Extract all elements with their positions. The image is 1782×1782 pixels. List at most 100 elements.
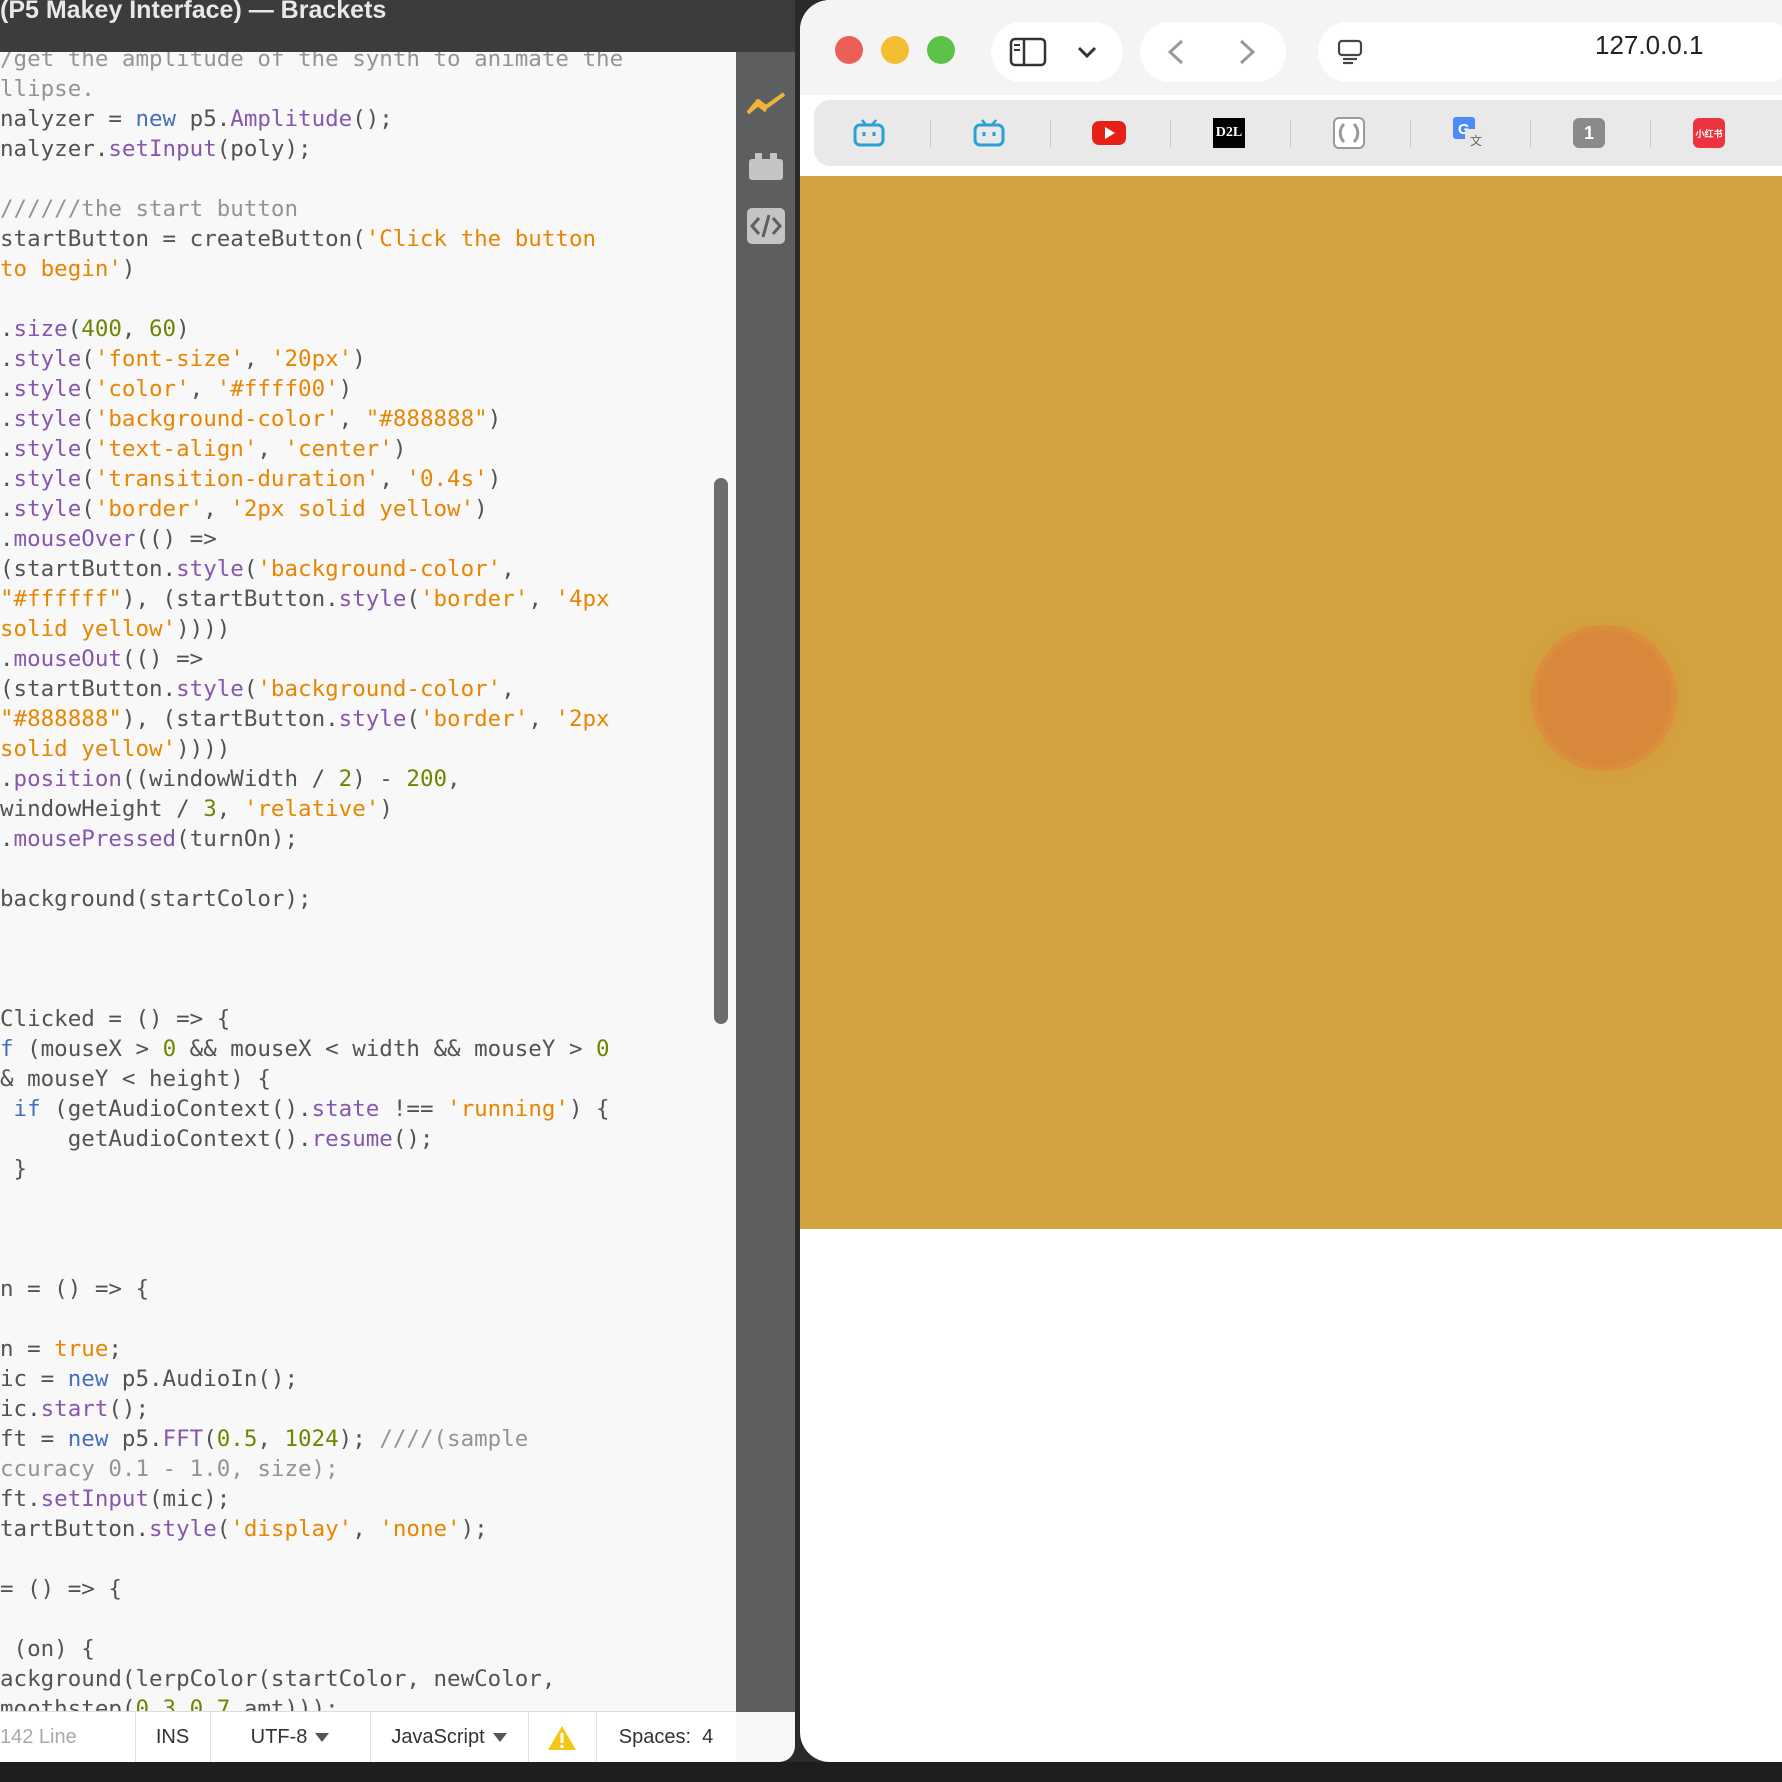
code-line: & mouseY < height) { bbox=[0, 1066, 271, 1092]
spaces-label: Spaces: bbox=[618, 1726, 691, 1748]
editor-right-toolbar bbox=[736, 52, 795, 1712]
code-line: ccuracy 0.1 - 1.0, size); bbox=[0, 1456, 339, 1482]
code-tags-icon[interactable] bbox=[746, 206, 786, 246]
line-count: 142 Line bbox=[0, 1712, 136, 1762]
code-line: to begin') bbox=[0, 256, 136, 282]
code-line: .mousePressed(turnOn); bbox=[0, 826, 299, 852]
address-bar[interactable] bbox=[1318, 22, 1782, 82]
live-preview-icon[interactable] bbox=[746, 84, 786, 124]
code-line: (on) { bbox=[0, 1636, 95, 1662]
code-line: (startButton.style('background-color', bbox=[0, 556, 515, 582]
code-line: n = true; bbox=[0, 1336, 122, 1362]
sidebar-icon[interactable] bbox=[1009, 37, 1047, 72]
url-text: 127.0.0.1 bbox=[1595, 30, 1704, 60]
code-line: .style('text-align', 'center') bbox=[0, 436, 407, 462]
code-line: //////the start button bbox=[0, 196, 299, 222]
extensions-icon[interactable] bbox=[746, 146, 786, 186]
sidebar-control bbox=[991, 22, 1123, 82]
code-line: ic.start(); bbox=[0, 1396, 150, 1422]
code-line: Clicked = () => { bbox=[0, 1006, 231, 1032]
code-line: .style('font-size', '20px') bbox=[0, 346, 366, 372]
youtube-icon[interactable] bbox=[1092, 116, 1126, 150]
code-line: getAudioContext().resume(); bbox=[0, 1126, 434, 1152]
chevron-down-icon bbox=[492, 1733, 507, 1743]
code-line: n = () => { bbox=[0, 1276, 150, 1302]
spaces-value: 4 bbox=[702, 1726, 714, 1748]
bilibili-icon[interactable] bbox=[972, 116, 1006, 150]
code-line: moothstep(0.3,0.7,amt))); bbox=[0, 1696, 339, 1712]
code-line: .size(400, 60) bbox=[0, 316, 190, 342]
code-line: .style('border', '2px solid yellow') bbox=[0, 496, 488, 522]
editor-titlebar: (P5 Makey Interface) — Brackets bbox=[0, 0, 795, 52]
code-line: windowHeight / 3, 'relative') bbox=[0, 796, 393, 822]
warning-icon[interactable] bbox=[528, 1712, 597, 1762]
code-line: .style('color', '#ffff00') bbox=[0, 376, 353, 402]
bilibili-icon[interactable] bbox=[852, 116, 886, 150]
code-line: .style('transition-duration', '0.4s') bbox=[0, 466, 502, 492]
insert-mode[interactable]: INS bbox=[135, 1712, 211, 1762]
google-translate-icon[interactable]: G文 bbox=[1452, 116, 1486, 150]
bookmark-separator bbox=[1410, 120, 1411, 148]
xiaohongshu-icon[interactable]: 小红书 bbox=[1692, 116, 1726, 150]
notes-icon[interactable] bbox=[1332, 116, 1366, 150]
browser-window: 127.0.0.1 D2L G 文 1 小红书 bbox=[800, 0, 1782, 1762]
code-line: .style('background-color', "#888888") bbox=[0, 406, 502, 432]
code-scrollbar[interactable] bbox=[714, 478, 728, 1024]
bookmark-separator bbox=[1050, 120, 1051, 148]
code-line: .mouseOver(() => bbox=[0, 526, 217, 552]
code-line: ackground(lerpColor(startColor, newColor… bbox=[0, 1666, 556, 1692]
number-one-icon[interactable]: 1 bbox=[1572, 116, 1606, 150]
code-line: "#ffffff"), (startButton.style('border',… bbox=[0, 586, 610, 612]
bookmark-separator bbox=[1290, 120, 1291, 148]
code-line: (startButton.style('background-color', bbox=[0, 676, 515, 702]
d2l-icon[interactable]: D2L bbox=[1212, 116, 1246, 150]
code-line: ft.setInput(mic); bbox=[0, 1486, 231, 1512]
code-line: ft = new p5.FFT(0.5, 1024); ////(sample bbox=[0, 1426, 529, 1452]
brackets-editor-window: (P5 Makey Interface) — Brackets /get the… bbox=[0, 0, 795, 1762]
language-select[interactable]: JavaScript bbox=[370, 1712, 529, 1762]
code-line: "#888888"), (startButton.style('border',… bbox=[0, 706, 610, 732]
back-arrow-icon[interactable] bbox=[1165, 38, 1187, 71]
code-editor[interactable]: /get the amplitude of the synth to anima… bbox=[0, 52, 736, 1712]
chevron-down-icon bbox=[315, 1733, 330, 1743]
encoding-label: UTF-8 bbox=[250, 1726, 308, 1748]
code-line: solid yellow')))) bbox=[0, 616, 231, 642]
chevron-down-icon[interactable] bbox=[1076, 42, 1098, 67]
encoding-select[interactable]: UTF-8 bbox=[210, 1712, 371, 1762]
bookmark-separator bbox=[930, 120, 931, 148]
code-line: llipse. bbox=[0, 76, 95, 102]
code-line: /get the amplitude of the synth to anima… bbox=[0, 52, 624, 72]
favorites-bar: D2L G 文 1 小红书 bbox=[814, 100, 1782, 166]
svg-text:文: 文 bbox=[1470, 133, 1482, 148]
forward-arrow-icon[interactable] bbox=[1236, 38, 1258, 71]
close-button[interactable] bbox=[835, 36, 863, 64]
language-label: JavaScript bbox=[391, 1726, 485, 1748]
bookmark-separator bbox=[1170, 120, 1171, 148]
code-line: startButton = createButton('Click the bu… bbox=[0, 226, 597, 252]
code-line: = () => { bbox=[0, 1576, 122, 1602]
bookmark-separator bbox=[1530, 120, 1531, 148]
indent-setting[interactable]: Spaces: 4 bbox=[596, 1712, 736, 1762]
code-line: solid yellow')))) bbox=[0, 736, 231, 762]
code-line: nalyzer = new p5.Amplitude(); bbox=[0, 106, 393, 132]
reader-icon[interactable] bbox=[1336, 38, 1364, 71]
code-line: background(startColor); bbox=[0, 886, 312, 912]
code-line: if (getAudioContext().state !== 'running… bbox=[13, 1096, 610, 1122]
code-line: } bbox=[0, 1156, 28, 1182]
desktop-edge bbox=[0, 1762, 1782, 1782]
code-line: tartButton.style('display', 'none'); bbox=[0, 1516, 488, 1542]
code-line: .mouseOut(() => bbox=[0, 646, 204, 672]
code-line: .position((windowWidth / 2) - 200, bbox=[0, 766, 461, 792]
bookmark-separator bbox=[1650, 120, 1651, 148]
p5-canvas[interactable] bbox=[800, 176, 1782, 1229]
navigation-control bbox=[1140, 22, 1286, 82]
code-line: ic = new p5.AudioIn(); bbox=[0, 1366, 299, 1392]
animated-ellipse bbox=[1537, 631, 1671, 765]
code-line: nalyzer.setInput(poly); bbox=[0, 136, 312, 162]
zoom-button[interactable] bbox=[927, 36, 955, 64]
minimize-button[interactable] bbox=[881, 36, 909, 64]
window-title: (P5 Makey Interface) — Brackets bbox=[0, 0, 387, 24]
code-line: f (mouseX > 0 && mouseX < width && mouse… bbox=[0, 1036, 610, 1062]
browser-toolbar: 127.0.0.1 bbox=[800, 0, 1782, 95]
status-bar: 142 Line INS UTF-8 JavaScript Spaces: 4 bbox=[0, 1711, 736, 1762]
